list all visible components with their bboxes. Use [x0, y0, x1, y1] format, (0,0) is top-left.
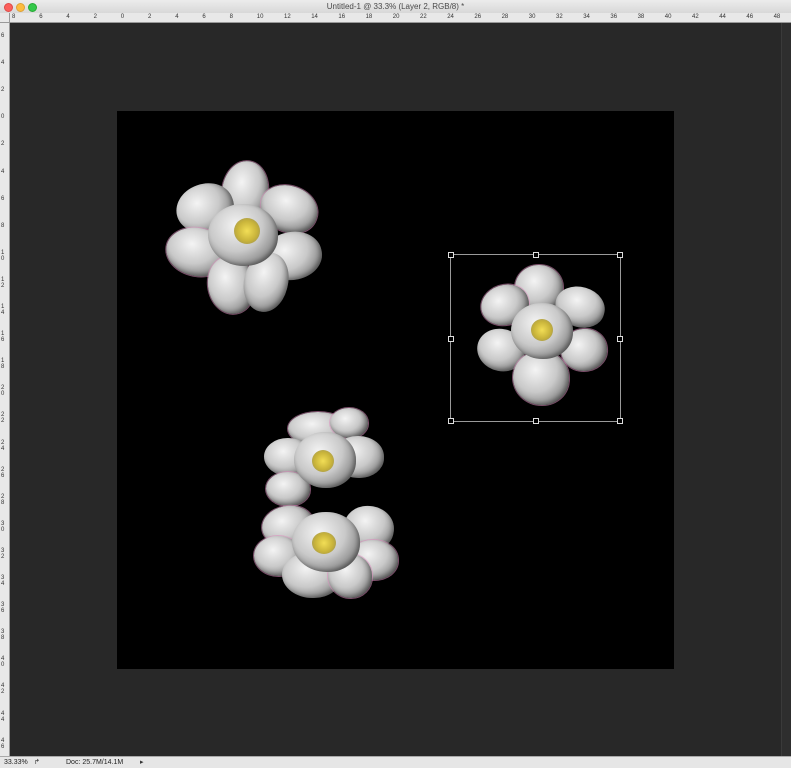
transform-bounding-box[interactable]	[448, 252, 623, 424]
ruler-tick-label: 22	[1, 412, 5, 425]
ruler-tick-label: 6	[202, 14, 206, 20]
ruler-tick-label: 8	[229, 14, 233, 20]
flower-image-3[interactable]	[252, 406, 402, 601]
ruler-tick-label: 12	[284, 14, 291, 20]
transform-handle-bottom-left[interactable]	[448, 418, 454, 424]
ruler-tick-label: 42	[1, 683, 5, 696]
ruler-tick-label: 36	[1, 602, 5, 615]
ruler-tick-label: 28	[501, 14, 509, 20]
ruler-tick-label: 4	[1, 168, 5, 175]
ruler-tick-label: 8	[12, 14, 16, 20]
ruler-tick-label: 40	[664, 14, 672, 20]
document-size-info: Doc: 25.7M/14.1M	[66, 759, 124, 766]
ruler-tick-label: 14	[1, 304, 5, 316]
ruler-tick-label: 48	[773, 14, 781, 20]
share-icon[interactable]: ↱	[34, 758, 42, 766]
ruler-tick-label: 36	[610, 14, 618, 20]
ruler-origin[interactable]	[0, 13, 10, 23]
flower-stamen	[312, 450, 334, 472]
ruler-tick-label: 4	[175, 14, 179, 20]
ruler-tick-label: 0	[1, 114, 5, 121]
ruler-tick-label: 26	[1, 466, 5, 479]
vertical-scrollbar[interactable]	[781, 23, 791, 756]
horizontal-ruler[interactable]: 8 6 4 2 0 2 4 6 8 10 12 14 16 18 20 22 24 26 28 30 32 34 36 38 4…	[10, 13, 791, 23]
transform-handle-top[interactable]	[533, 252, 539, 258]
ruler-tick-label: 4	[1, 60, 5, 67]
ruler-tick-label: 28	[1, 493, 5, 506]
transform-handle-bottom-right[interactable]	[617, 418, 623, 424]
ruler-tick-label: 6	[1, 33, 5, 39]
ruler-tick-label: 42	[692, 14, 699, 20]
ruler-tick-label: 4	[66, 14, 70, 20]
ruler-tick-label: 18	[365, 14, 373, 20]
ruler-tick-label: 26	[474, 14, 482, 20]
ruler-tick-label: 24	[1, 439, 5, 452]
window-titlebar: Untitled-1 @ 33.3% (Layer 2, RGB/8) *	[0, 0, 791, 14]
transform-handle-right[interactable]	[617, 336, 623, 342]
transform-handle-bottom[interactable]	[533, 418, 539, 424]
transform-handle-top-left[interactable]	[448, 252, 454, 258]
ruler-tick-label: 34	[583, 14, 590, 20]
ruler-tick-label: 0	[120, 14, 125, 20]
ruler-tick-label: 10	[1, 249, 5, 262]
ruler-tick-label: 20	[1, 385, 5, 398]
flower-image-1[interactable]	[162, 156, 327, 321]
ruler-tick-label: 8	[1, 222, 5, 229]
ruler-tick-label: 44	[719, 14, 726, 20]
ruler-tick-label: 46	[746, 14, 754, 20]
ruler-tick-label: 38	[637, 14, 645, 20]
ruler-tick-label: 44	[1, 710, 5, 723]
ruler-tick-label: 2	[1, 141, 5, 148]
vertical-ruler[interactable]: 6420246810121416182022242628303234363840…	[0, 23, 10, 756]
ruler-tick-label: 20	[392, 14, 400, 20]
ruler-tick-label: 46	[1, 737, 5, 750]
transform-handle-left[interactable]	[448, 336, 454, 342]
status-bar: 33.33% ↱ Doc: 25.7M/14.1M ▸	[0, 756, 791, 768]
flower-stamen	[312, 532, 336, 554]
ruler-tick-label: 12	[1, 276, 5, 289]
ruler-tick-label: 30	[528, 14, 536, 20]
ruler-tick-label: 22	[420, 14, 427, 20]
ruler-tick-label: 2	[1, 87, 5, 94]
ruler-tick-label: 32	[556, 14, 563, 20]
ruler-tick-label: 16	[338, 14, 346, 20]
ruler-tick-label: 40	[1, 656, 5, 669]
ruler-tick-label: 30	[1, 520, 5, 533]
ruler-tick-label: 24	[447, 14, 454, 20]
ruler-tick-label: 10	[256, 14, 264, 20]
ruler-tick-label: 18	[1, 358, 5, 371]
ruler-tick-label: 32	[1, 547, 5, 560]
ruler-tick-label: 2	[148, 14, 152, 20]
ruler-tick-label: 34	[1, 575, 5, 587]
ruler-tick-label: 16	[1, 331, 5, 344]
ruler-tick-label: 6	[39, 14, 43, 20]
zoom-level-field[interactable]: 33.33%	[4, 758, 28, 768]
ruler-tick-label: 2	[93, 14, 97, 20]
transform-handle-top-right[interactable]	[617, 252, 623, 258]
window-title: Untitled-1 @ 33.3% (Layer 2, RGB/8) *	[326, 2, 465, 11]
ruler-tick-label: 14	[311, 14, 318, 20]
ruler-tick-label: 38	[1, 629, 5, 642]
ruler-tick-label: 6	[1, 195, 5, 202]
flower-stamen	[234, 218, 260, 244]
status-menu-arrow-icon[interactable]: ▸	[140, 758, 144, 768]
